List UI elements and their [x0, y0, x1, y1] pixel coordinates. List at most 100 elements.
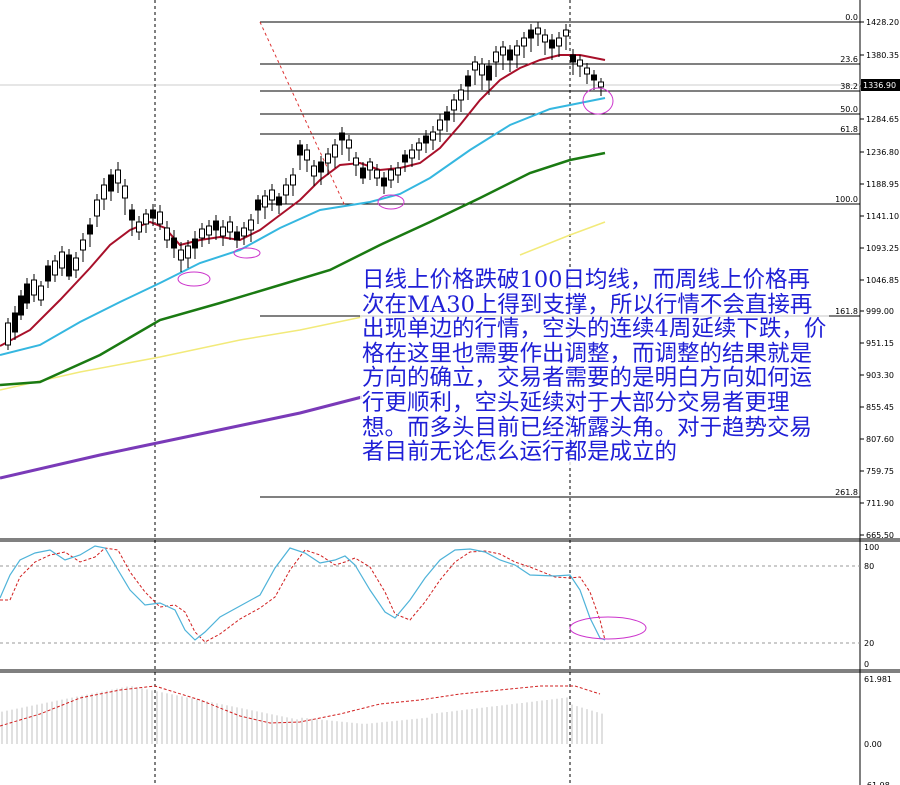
price-tick-label: 665.50: [866, 531, 894, 540]
candle-body: [31, 279, 37, 296]
candle-body: [472, 61, 478, 71]
fib-level-label: 50.0: [840, 105, 858, 114]
candle-body: [500, 46, 506, 56]
price-tick-label: 711.90: [866, 499, 894, 508]
candle-body: [150, 209, 156, 219]
price-tick-label: 759.75: [866, 467, 894, 476]
price-tick-label: 1428.20: [866, 18, 899, 27]
candle-body: [493, 51, 499, 63]
candle-body: [514, 45, 520, 56]
price-tick-label: 951.15: [866, 339, 894, 348]
histogram-axis-label: 0.00: [864, 740, 882, 749]
candle-body: [18, 295, 24, 316]
candle-body: [59, 251, 65, 269]
candle-body: [304, 149, 310, 161]
candle-body: [451, 99, 457, 111]
candle-body: [164, 227, 170, 241]
trading-chart-window: 0.0 23.6 38.2 50.0 61.8 100.0 161.8 261.8 100 80…: [0, 0, 900, 785]
candle-body: [591, 74, 597, 81]
candle-body: [346, 139, 352, 149]
candle-body: [157, 211, 163, 225]
candle-body: [388, 169, 394, 181]
candle-body: [367, 161, 373, 171]
candle-body: [45, 265, 51, 282]
candle-body: [94, 199, 100, 217]
candle-body: [311, 165, 317, 177]
fib-level-label: 38.2: [840, 82, 858, 91]
candle-body: [227, 221, 233, 233]
candle-body: [262, 195, 268, 208]
candle-body: [136, 221, 142, 233]
candle-body: [220, 226, 226, 237]
candle-body: [437, 119, 443, 131]
candle-body: [255, 199, 261, 211]
candle-body: [213, 220, 219, 231]
candle-body: [115, 169, 121, 184]
candle-body: [577, 59, 583, 67]
fib-level-label: 100.0: [835, 195, 858, 204]
candle-body: [73, 257, 79, 271]
candle-body: [479, 63, 485, 76]
price-tick-label: 1284.65: [866, 115, 899, 124]
candle-body: [402, 154, 408, 163]
stochastic-panel: 100 80 20 0: [0, 543, 879, 669]
candle-body: [339, 132, 345, 141]
candle-body: [556, 37, 562, 47]
candle-body: [283, 184, 289, 196]
stoch-level-label: 100: [864, 543, 879, 552]
candle-body: [395, 167, 401, 176]
candle-body: [423, 135, 429, 144]
candle-body: [178, 249, 184, 261]
candle-body: [101, 184, 107, 200]
candle-body: [486, 65, 492, 81]
candle-body: [521, 37, 527, 47]
highlight-ellipse: [177, 271, 211, 287]
stoch-main-line: [0, 545, 606, 641]
candle-body: [549, 39, 555, 49]
candle-body: [80, 239, 86, 251]
candle-body: [206, 225, 212, 236]
fib-level-label: 261.8: [835, 488, 858, 497]
candle-body: [12, 312, 18, 333]
candle-body: [444, 111, 450, 121]
candle-body: [171, 237, 177, 249]
price-tick-label: 1141.10: [866, 212, 899, 221]
candle-body: [241, 227, 247, 237]
price-tick-label: 855.45: [866, 403, 894, 412]
candle-body: [276, 196, 282, 206]
price-tick-label: 1188.95: [866, 180, 899, 189]
candle-body: [325, 153, 331, 164]
candle-body: [297, 144, 303, 156]
candle-body: [143, 213, 149, 225]
price-tick-label: 903.30: [866, 371, 894, 380]
candle-body: [360, 167, 366, 179]
candle-body: [5, 322, 11, 346]
candle-body: [507, 49, 513, 61]
highlight-ellipse: [233, 247, 261, 259]
current-price-label: 1336.90: [863, 81, 896, 90]
candle-body: [24, 283, 30, 304]
fib-level-label: 0.0: [845, 13, 858, 22]
candle-body: [192, 238, 198, 249]
price-tick-label: 807.60: [866, 435, 894, 444]
price-tick-label: 1046.85: [866, 276, 899, 285]
fib-level-label: 61.8: [840, 125, 858, 134]
candle-body: [38, 285, 44, 301]
stoch-level-label: 80: [864, 562, 874, 571]
candle-body: [570, 54, 576, 63]
candle-body: [108, 174, 114, 192]
candle-body: [409, 149, 415, 159]
ma-slow-yellow: [0, 316, 363, 391]
ma-slow-yellow-2: [519, 221, 606, 256]
analysis-annotation-text: 日线上价格跌破100日均线，而周线上价格再次在MA30上得到支撑，所以行情不会直…: [360, 268, 829, 465]
candle-body: [129, 209, 135, 221]
price-tick-label: 1093.25: [866, 244, 899, 253]
histogram-panel: 61.981 0.00 -61.98: [0, 675, 892, 785]
candle-body: [598, 81, 604, 88]
price-tick-label: 1236.80: [866, 148, 899, 157]
price-tick-label: 999.00: [866, 307, 894, 316]
histogram-axis-label: -61.98: [864, 781, 890, 785]
fib-level-label: 23.6: [840, 55, 858, 64]
candle-body: [542, 34, 548, 43]
candle-body: [465, 75, 471, 87]
